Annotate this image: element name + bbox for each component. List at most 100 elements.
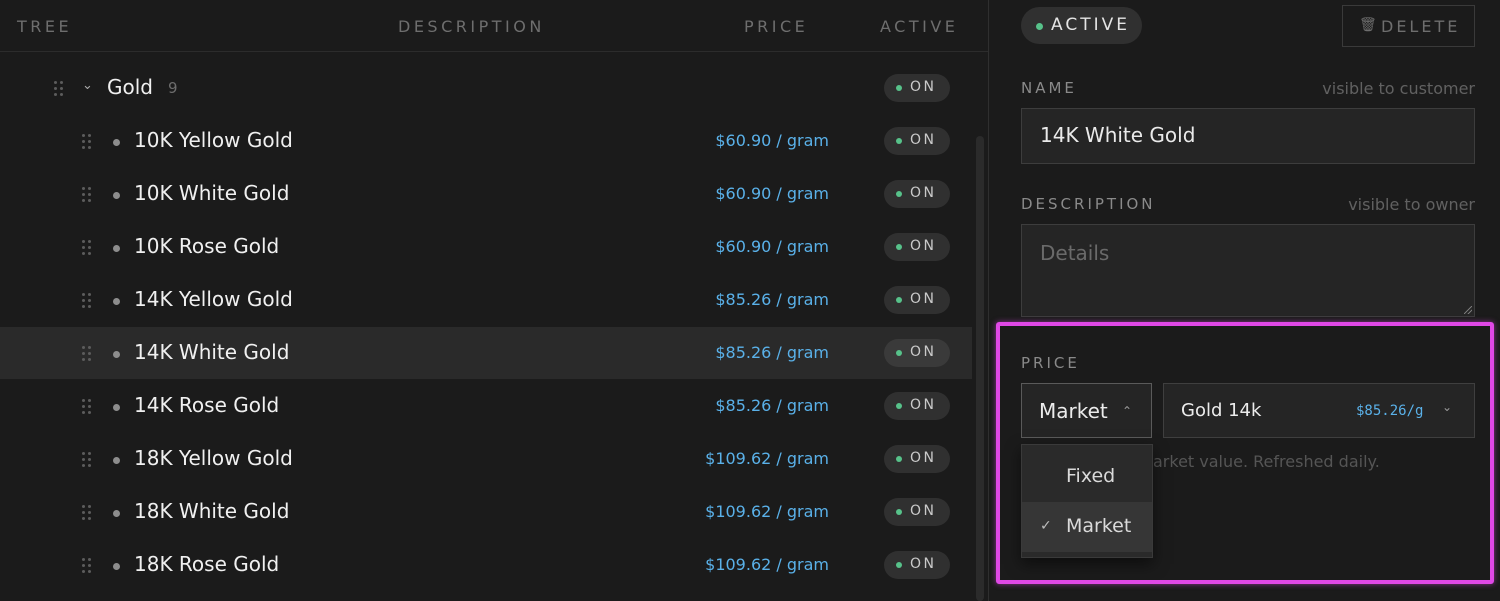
bullet-icon — [113, 457, 120, 464]
group-name: Gold — [107, 75, 153, 99]
tree-group-gold[interactable]: ⌄ Gold 9 ON — [0, 62, 972, 114]
price-label: PRICE — [1021, 354, 1080, 372]
toggle-label: ON — [910, 556, 937, 572]
drag-handle-icon[interactable] — [82, 346, 92, 361]
active-toggle[interactable]: ON — [884, 392, 950, 420]
toggle-label: ON — [910, 132, 937, 148]
option-market[interactable]: ✓ Market — [1022, 502, 1152, 552]
delete-button[interactable]: 🗑 DELETE — [1342, 5, 1475, 47]
name-input[interactable]: 14K White Gold — [1021, 108, 1475, 164]
status-dot-icon — [896, 138, 902, 144]
active-toggle[interactable]: ON — [884, 74, 950, 102]
price-mode-select[interactable]: Market ⌃ — [1021, 383, 1152, 438]
drag-handle-icon[interactable] — [82, 558, 92, 573]
toggle-label: ON — [910, 291, 937, 307]
toggle-label: ON — [910, 185, 937, 201]
delete-label: DELETE — [1381, 17, 1461, 36]
status-toggle[interactable]: ACTIVE — [1021, 7, 1142, 44]
drag-handle-icon[interactable] — [82, 187, 92, 202]
tree-row[interactable]: 10K Rose Gold $60.90 / gram ON — [0, 221, 972, 273]
resize-handle-icon[interactable] — [1464, 306, 1472, 314]
status-label: ACTIVE — [1051, 15, 1130, 35]
toggle-label: ON — [910, 79, 937, 95]
trash-icon: 🗑 — [1359, 17, 1377, 33]
name-input-value: 14K White Gold — [1040, 123, 1196, 147]
tree-row[interactable]: 18K Yellow Gold $109.62 / gram ON — [0, 433, 972, 485]
toggle-label: ON — [910, 450, 937, 466]
column-description[interactable]: DESCRIPTION — [398, 17, 545, 36]
tree-panel: TREE DESCRIPTION PRICE ACTIVE ⌄ Gold 9 O… — [0, 0, 988, 601]
checkmark-icon: ✓ — [1040, 518, 1052, 534]
drag-handle-icon[interactable] — [82, 452, 92, 467]
item-price: $85.26 / gram — [715, 343, 829, 362]
status-dot-icon — [1036, 23, 1043, 30]
item-name: 14K White Gold — [134, 340, 290, 364]
item-name: 18K Yellow Gold — [134, 446, 293, 470]
item-name: 10K Rose Gold — [134, 234, 280, 258]
active-toggle[interactable]: ON — [884, 445, 950, 473]
bullet-icon — [113, 139, 120, 146]
item-name: 14K Yellow Gold — [134, 287, 293, 311]
tree-row[interactable]: 10K Yellow Gold $60.90 / gram ON — [0, 115, 972, 167]
status-dot-icon — [896, 244, 902, 250]
item-name: 10K Yellow Gold — [134, 128, 293, 152]
toggle-label: ON — [910, 397, 937, 413]
item-price: $60.90 / gram — [715, 237, 829, 256]
description-textarea[interactable]: Details — [1021, 224, 1475, 317]
chevron-down-icon[interactable]: ⌄ — [82, 78, 93, 93]
tree-row[interactable]: 10K White Gold $60.90 / gram ON — [0, 168, 972, 220]
tree-row[interactable]: 18K White Gold $109.62 / gram ON — [0, 486, 972, 538]
description-label: DESCRIPTION — [1021, 195, 1156, 213]
column-tree[interactable]: TREE — [17, 17, 72, 36]
column-price[interactable]: PRICE — [744, 17, 808, 36]
item-price: $109.62 / gram — [705, 449, 829, 468]
chevron-down-icon: ⌄ — [1442, 400, 1453, 414]
column-active[interactable]: ACTIVE — [880, 17, 958, 36]
toggle-label: ON — [910, 344, 937, 360]
drag-handle-icon[interactable] — [82, 505, 92, 520]
active-toggle[interactable]: ON — [884, 286, 950, 314]
status-dot-icon — [896, 297, 902, 303]
drag-handle-icon[interactable] — [82, 240, 92, 255]
description-hint: visible to owner — [1348, 195, 1475, 214]
active-toggle[interactable]: ON — [884, 339, 950, 367]
status-dot-icon — [896, 456, 902, 462]
status-dot-icon — [896, 191, 902, 197]
option-label: Fixed — [1066, 465, 1116, 487]
drag-handle-icon[interactable] — [54, 81, 64, 96]
option-fixed[interactable]: Fixed — [1022, 452, 1152, 502]
option-label: Market — [1066, 515, 1132, 537]
bullet-icon — [113, 192, 120, 199]
tree-row[interactable]: 18K Rose Gold $109.62 / gram ON — [0, 539, 972, 591]
drag-handle-icon[interactable] — [82, 399, 92, 414]
tree-row-selected[interactable]: 14K White Gold $85.26 / gram ON — [0, 327, 972, 379]
drag-handle-icon[interactable] — [82, 293, 92, 308]
tree-row[interactable]: 14K Rose Gold $85.26 / gram ON — [0, 380, 972, 432]
item-name: 18K White Gold — [134, 499, 290, 523]
name-label: NAME — [1021, 79, 1077, 97]
price-source-select[interactable]: Gold 14k $85.26/g ⌄ — [1163, 383, 1475, 438]
active-toggle[interactable]: ON — [884, 233, 950, 261]
item-name: 14K Rose Gold — [134, 393, 280, 417]
toggle-label: ON — [910, 238, 937, 254]
status-dot-icon — [896, 350, 902, 356]
price-helper-text: arket value. Refreshed daily. — [1153, 452, 1380, 471]
description-placeholder: Details — [1040, 241, 1110, 265]
active-toggle[interactable]: ON — [884, 551, 950, 579]
tree-row[interactable]: 14K Yellow Gold $85.26 / gram ON — [0, 274, 972, 326]
group-count: 9 — [168, 79, 178, 97]
toggle-label: ON — [910, 503, 937, 519]
active-toggle[interactable]: ON — [884, 127, 950, 155]
bullet-icon — [113, 245, 120, 252]
drag-handle-icon[interactable] — [82, 134, 92, 149]
item-price: $109.62 / gram — [705, 502, 829, 521]
tree-scrollbar[interactable] — [976, 136, 984, 601]
item-price: $60.90 / gram — [715, 184, 829, 203]
bullet-icon — [113, 510, 120, 517]
status-dot-icon — [896, 509, 902, 515]
item-name: 18K Rose Gold — [134, 552, 280, 576]
bullet-icon — [113, 351, 120, 358]
active-toggle[interactable]: ON — [884, 180, 950, 208]
active-toggle[interactable]: ON — [884, 498, 950, 526]
name-hint: visible to customer — [1322, 79, 1475, 98]
